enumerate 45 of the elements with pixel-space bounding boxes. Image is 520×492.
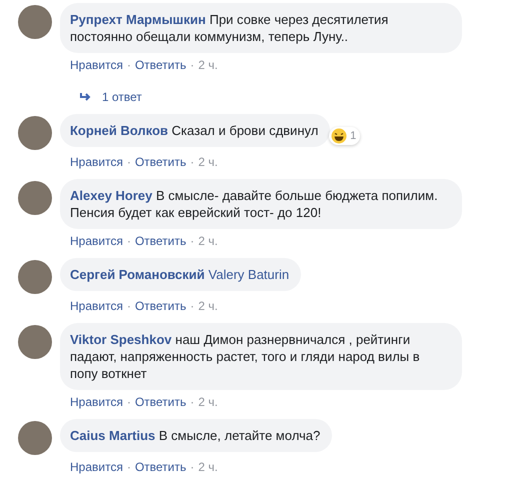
separator-dot: · <box>190 299 194 313</box>
action-link[interactable]: Нравится <box>70 460 123 474</box>
author-link[interactable]: Caius Martius <box>70 428 156 443</box>
laughing-emoji-icon <box>331 128 348 144</box>
avatar[interactable] <box>18 260 52 294</box>
avatar[interactable] <box>18 325 52 359</box>
comment-text: Alexey Horey В смысле- давайте больше бюджета попилим. Пенсия будет как еврейский тост- до 120! <box>70 187 439 221</box>
author-link[interactable]: Рупрехт Мармышкин <box>70 12 206 27</box>
separator-dot: · <box>190 58 194 72</box>
comment-text: Viktor Speshkov наш Димон разнервничался , рейтинги падают, напряженность растет, того и гляди народ вилы в попу воткнет <box>70 331 421 382</box>
action-link[interactable]: Ответить <box>134 299 186 313</box>
avatar[interactable] <box>18 181 52 215</box>
action-link[interactable]: Нравится <box>70 58 123 72</box>
separator-dot: · <box>126 234 131 248</box>
mention-link[interactable]: Valery Baturin <box>208 267 290 282</box>
action-link[interactable]: Ответить <box>134 460 186 474</box>
action-link[interactable]: Нравится <box>70 234 123 248</box>
action-link[interactable]: Нравится <box>70 395 123 409</box>
action-link[interactable]: Нравится <box>70 155 123 169</box>
replies-link[interactable]: 1 ответ <box>80 90 142 104</box>
comment-text: Рупрехт Мармышкин При совке через десятилетия постоянно обещали коммунизм, теперь Луну.. <box>70 11 390 45</box>
separator-dot: · <box>190 460 194 474</box>
avatar[interactable] <box>18 116 52 150</box>
reply-arrow-icon <box>80 92 92 102</box>
avatar[interactable] <box>18 5 52 39</box>
separator-dot: · <box>126 155 131 169</box>
separator-dot: · <box>126 460 131 474</box>
separator-dot: · <box>126 299 131 313</box>
author-link[interactable]: Сергей Романовский <box>70 267 205 282</box>
author-link[interactable]: Корней Волков <box>70 123 168 138</box>
comment-text: Caius Martius В смысле, летайте молча? <box>70 427 320 444</box>
author-link[interactable]: Alexey Horey <box>70 188 152 203</box>
author-link[interactable]: Viktor Speshkov <box>70 332 172 347</box>
action-link[interactable]: Нравится <box>70 299 123 313</box>
action-link[interactable]: Ответить <box>134 234 186 248</box>
avatar[interactable] <box>18 421 52 455</box>
separator-dot: · <box>126 58 131 72</box>
separator-dot: · <box>190 155 194 169</box>
action-link[interactable]: Ответить <box>134 395 186 409</box>
action-link[interactable]: Ответить <box>134 155 186 169</box>
separator-dot: · <box>190 395 194 409</box>
separator-dot: · <box>190 234 194 248</box>
action-link[interactable]: Ответить <box>134 58 186 72</box>
separator-dot: · <box>126 395 131 409</box>
comment-text: Корней Волков Сказал и брови сдвинул <box>70 122 318 139</box>
